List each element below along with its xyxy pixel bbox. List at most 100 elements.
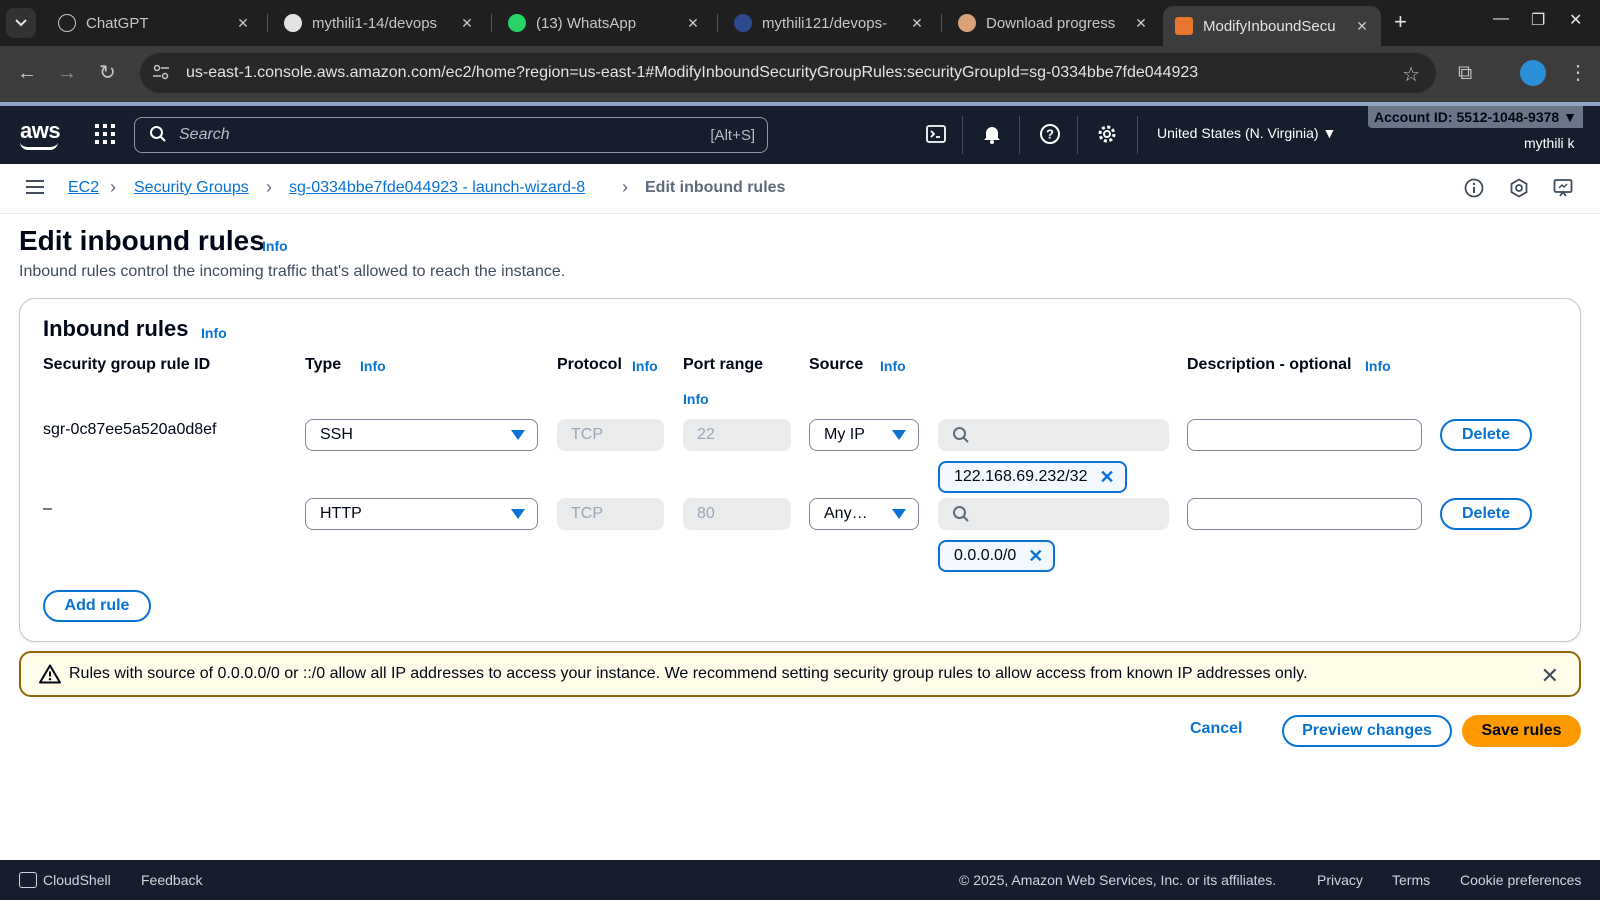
cidr-search-input[interactable]	[938, 498, 1169, 530]
cloudshell-icon[interactable]	[19, 872, 37, 888]
description-input[interactable]	[1187, 498, 1422, 530]
avatar-icon	[958, 14, 976, 32]
protocol-input: TCP	[557, 419, 664, 451]
close-icon[interactable]: ✕	[1132, 15, 1150, 32]
tab-divider	[491, 14, 492, 32]
type-select-value: SSH	[320, 426, 353, 443]
gear-icon[interactable]	[1095, 122, 1119, 146]
type-info-link[interactable]: Info	[360, 358, 386, 374]
cloudshell-link[interactable]: CloudShell	[43, 872, 111, 888]
caret-down-icon	[892, 509, 906, 519]
cloudshell-icon[interactable]	[924, 122, 948, 146]
column-header-description: Description - optional	[1187, 356, 1352, 373]
services-grid-icon[interactable]	[95, 124, 115, 144]
feedback-link[interactable]: Feedback	[141, 872, 202, 888]
description-input[interactable]	[1187, 419, 1422, 451]
browser-tab-devops[interactable]: mythili121/devops- ✕	[722, 6, 936, 40]
type-select[interactable]: HTTP	[305, 498, 538, 530]
port-range-input: 80	[683, 498, 791, 530]
protocol-info-link[interactable]: Info	[632, 358, 658, 374]
window-close-icon[interactable]: ✕	[1569, 10, 1582, 30]
cookie-preferences-link[interactable]: Cookie preferences	[1460, 872, 1581, 888]
address-bar[interactable]: us-east-1.console.aws.amazon.com/ec2/hom…	[140, 53, 1436, 93]
terms-link[interactable]: Terms	[1392, 872, 1430, 888]
close-icon[interactable]: ✕	[1541, 663, 1559, 689]
remove-token-icon[interactable]: ✕	[1099, 467, 1114, 488]
type-select-value: HTTP	[320, 505, 362, 522]
close-icon[interactable]: ✕	[908, 15, 926, 32]
privacy-link[interactable]: Privacy	[1317, 872, 1363, 888]
account-menu[interactable]: Account ID: 5512-1048-9378 ▼	[1368, 106, 1583, 128]
warning-text: Rules with source of 0.0.0.0/0 or ::/0 a…	[69, 665, 1308, 682]
reload-icon[interactable]: ↻	[99, 63, 116, 83]
feedback-panel-icon[interactable]	[1551, 176, 1575, 200]
minimize-icon[interactable]: —	[1493, 10, 1509, 28]
delete-button[interactable]: Delete	[1440, 419, 1532, 451]
forward-icon[interactable]: →	[57, 63, 77, 83]
cidr-token: 122.168.69.232/32 ✕	[938, 461, 1127, 493]
side-nav-menu-icon[interactable]	[26, 180, 44, 194]
type-select[interactable]: SSH	[305, 419, 538, 451]
back-icon[interactable]: ←	[17, 63, 37, 83]
new-tab-icon[interactable]: +	[1394, 9, 1407, 35]
close-icon[interactable]: ✕	[684, 15, 702, 32]
source-select[interactable]: My IP	[809, 419, 919, 451]
help-icon[interactable]: ?	[1038, 122, 1062, 146]
page-description: Inbound rules control the incoming traff…	[19, 263, 566, 280]
save-rules-button[interactable]: Save rules	[1462, 715, 1581, 747]
port-range-info-link[interactable]: Info	[683, 391, 709, 407]
chevron-right-icon: ›	[110, 177, 116, 197]
source-info-link[interactable]: Info	[880, 358, 906, 374]
breadcrumb-security-group[interactable]: sg-0334bbe7fde044923 - launch-wizard-8	[289, 179, 585, 197]
aws-logo[interactable]: aws	[20, 118, 61, 144]
nav-divider	[1137, 116, 1138, 154]
browser-tab-download[interactable]: Download progress ✕	[946, 6, 1160, 40]
tab-label: ChatGPT	[86, 14, 149, 32]
extensions-icon[interactable]: ⧉	[1458, 62, 1472, 85]
aws-icon	[1175, 17, 1193, 35]
notifications-panel-icon[interactable]	[1507, 176, 1531, 200]
tab-search-button[interactable]	[6, 8, 36, 38]
browser-tab-active[interactable]: ModifyInboundSecu ✕	[1163, 6, 1381, 46]
search-icon	[953, 506, 969, 522]
page-title: Edit inbound rules	[19, 225, 265, 256]
bell-icon[interactable]	[980, 122, 1004, 146]
caret-down-icon	[511, 430, 525, 440]
page-info-link[interactable]: Info	[262, 238, 288, 254]
cancel-button[interactable]: Cancel	[1190, 720, 1242, 738]
browser-menu-icon[interactable]: ⋮	[1568, 60, 1588, 85]
profile-avatar[interactable]	[1520, 60, 1546, 86]
preview-changes-button[interactable]: Preview changes	[1282, 715, 1452, 747]
browser-tab-whatsapp[interactable]: (13) WhatsApp ✕	[496, 6, 712, 40]
breadcrumb-security-groups[interactable]: Security Groups	[134, 179, 249, 197]
column-header-protocol: Protocol	[557, 356, 622, 373]
panel-info-link[interactable]: Info	[201, 325, 227, 341]
bookmark-star-icon[interactable]: ☆	[1402, 62, 1420, 87]
region-selector[interactable]: United States (N. Virginia) ▼	[1157, 125, 1336, 141]
search-shortcut: [Alt+S]	[710, 126, 755, 144]
cidr-search-input[interactable]	[938, 419, 1169, 451]
tab-label: Download progress	[986, 14, 1116, 32]
source-select[interactable]: Any…	[809, 498, 919, 530]
search-input[interactable]: Search [Alt+S]	[134, 117, 768, 153]
close-icon[interactable]: ✕	[234, 15, 252, 32]
site-info-icon[interactable]	[152, 64, 172, 83]
browser-toolbar: ← → ↻ us-east-1.console.aws.amazon.com/e…	[0, 46, 1600, 104]
warning-alert: Rules with source of 0.0.0.0/0 or ::/0 a…	[19, 651, 1581, 697]
browser-tab-github[interactable]: mythili1-14/devops ✕	[272, 6, 486, 40]
restore-icon[interactable]: ❐	[1531, 10, 1545, 30]
site-icon	[734, 14, 752, 32]
remove-token-icon[interactable]: ✕	[1028, 546, 1043, 567]
search-placeholder: Search	[179, 126, 230, 143]
user-name[interactable]: mythili k	[1524, 135, 1575, 151]
add-rule-button[interactable]: Add rule	[43, 590, 151, 622]
browser-tab-chatgpt[interactable]: ChatGPT ✕	[46, 6, 262, 40]
delete-button[interactable]: Delete	[1440, 498, 1532, 530]
nav-divider	[962, 116, 963, 154]
close-icon[interactable]: ✕	[1353, 18, 1371, 35]
breadcrumb-ec2[interactable]: EC2	[68, 179, 99, 197]
info-panel-icon[interactable]	[1462, 176, 1486, 200]
close-icon[interactable]: ✕	[458, 15, 476, 32]
description-info-link[interactable]: Info	[1365, 358, 1391, 374]
panel-title: Inbound rules	[43, 316, 189, 341]
